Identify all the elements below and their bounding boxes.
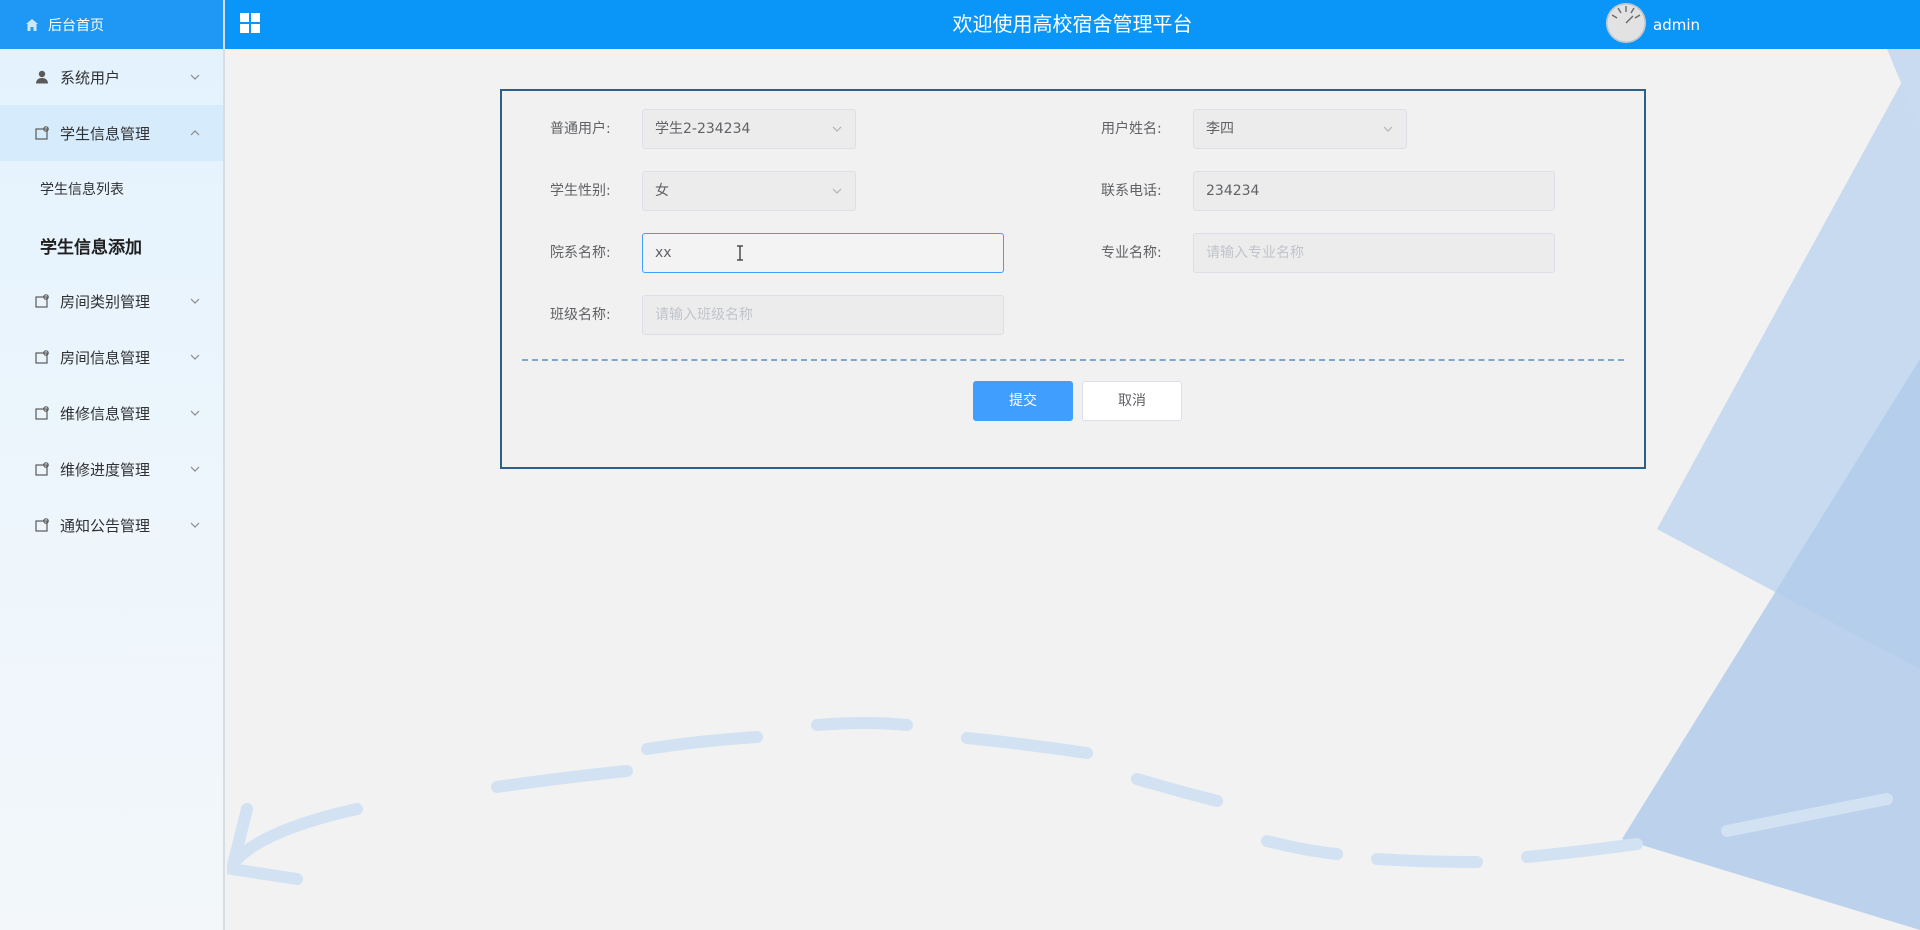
chevron-down-icon — [1383, 126, 1393, 132]
folder-icon — [35, 350, 49, 364]
sidebar-item-room-category[interactable]: 房间类别管理 — [0, 273, 223, 329]
gender-label: 学生性别: — [550, 183, 611, 199]
class-input[interactable] — [655, 296, 991, 334]
sidebar-item-label: 通知公告管理 — [60, 516, 151, 535]
gender-select-value: 女 — [655, 183, 669, 199]
phone-label: 联系电话: — [1101, 183, 1162, 199]
brand-home-link[interactable]: 后台首页 — [0, 0, 223, 49]
phone-input[interactable] — [1206, 172, 1542, 210]
chevron-down-icon — [832, 126, 842, 132]
chevron-down-icon — [190, 410, 200, 416]
folder-icon — [35, 518, 49, 532]
dept-input[interactable] — [655, 234, 991, 272]
folder-icon — [35, 406, 49, 420]
class-label: 班级名称: — [550, 307, 611, 323]
user-select-value: 学生2-234234 — [655, 121, 751, 137]
folder-icon — [35, 294, 49, 308]
sidebar-item-label: 房间信息管理 — [60, 348, 151, 367]
major-input[interactable] — [1206, 234, 1542, 272]
dept-label: 院系名称: — [550, 245, 611, 261]
student-add-form: 普通用户: 学生2-234234 用户姓名: 李四 学生性别: 女 联系电话: … — [500, 89, 1646, 469]
chevron-down-icon — [190, 354, 200, 360]
username-label[interactable]: admin — [1653, 0, 1700, 49]
sidebar-item-repair-progress[interactable]: 维修进度管理 — [0, 441, 223, 497]
folder-icon — [35, 126, 49, 140]
sidebar-item-student-info[interactable]: 学生信息管理 — [0, 105, 223, 161]
folder-icon — [35, 462, 49, 476]
cancel-button[interactable]: 取消 — [1082, 381, 1182, 421]
chevron-down-icon — [190, 298, 200, 304]
sidebar-item-notice[interactable]: 通知公告管理 — [0, 497, 223, 553]
sidebar-item-label: 房间类别管理 — [60, 292, 151, 311]
top-header: 欢迎使用高校宿舍管理平台 admin — [225, 0, 1920, 49]
brand-label: 后台首页 — [48, 17, 104, 34]
user-label: 普通用户: — [550, 121, 611, 137]
dept-field[interactable] — [642, 233, 1004, 273]
user-icon — [36, 70, 48, 84]
chevron-down-icon — [190, 522, 200, 528]
major-field[interactable] — [1193, 233, 1555, 273]
main-content: 普通用户: 学生2-234234 用户姓名: 李四 学生性别: 女 联系电话: … — [227, 49, 1920, 930]
class-field[interactable] — [642, 295, 1004, 335]
chevron-down-icon — [832, 188, 842, 194]
major-label: 专业名称: — [1101, 245, 1162, 261]
sidebar-item-label: 系统用户 — [60, 68, 121, 87]
form-divider — [522, 359, 1624, 361]
user-select[interactable]: 学生2-234234 — [642, 109, 856, 149]
avatar-icon — [1606, 3, 1646, 43]
sidebar-item-repair-info[interactable]: 维修信息管理 — [0, 385, 223, 441]
sidebar-subitem-label: 学生信息列表 — [40, 182, 124, 198]
sidebar-item-label: 维修信息管理 — [60, 404, 151, 423]
phone-field[interactable] — [1193, 171, 1555, 211]
name-label: 用户姓名: — [1101, 121, 1162, 137]
sidebar-item-label: 维修进度管理 — [60, 460, 151, 479]
chevron-down-icon — [190, 74, 200, 80]
sidebar-item-label: 学生信息管理 — [60, 124, 151, 143]
chevron-up-icon — [190, 130, 200, 136]
sidebar-subitem-label: 学生信息添加 — [40, 237, 142, 258]
sidebar-subitem-student-add[interactable]: 学生信息添加 — [0, 217, 223, 273]
name-select[interactable]: 李四 — [1193, 109, 1407, 149]
text-cursor-icon — [737, 245, 743, 261]
gender-select[interactable]: 女 — [642, 171, 856, 211]
sidebar-subitem-student-list[interactable]: 学生信息列表 — [0, 161, 223, 217]
home-icon — [26, 18, 38, 31]
submit-button[interactable]: 提交 — [973, 381, 1073, 421]
sidebar-item-room-info[interactable]: 房间信息管理 — [0, 329, 223, 385]
sidebar-item-system-users[interactable]: 系统用户 — [0, 49, 223, 105]
name-select-value: 李四 — [1206, 121, 1234, 137]
sidebar: 后台首页 系统用户 学生信息管理 学生信息列表 学生信息添加 房间类别管理 房间… — [0, 0, 225, 930]
chevron-down-icon — [190, 466, 200, 472]
avatar[interactable] — [1606, 3, 1646, 43]
